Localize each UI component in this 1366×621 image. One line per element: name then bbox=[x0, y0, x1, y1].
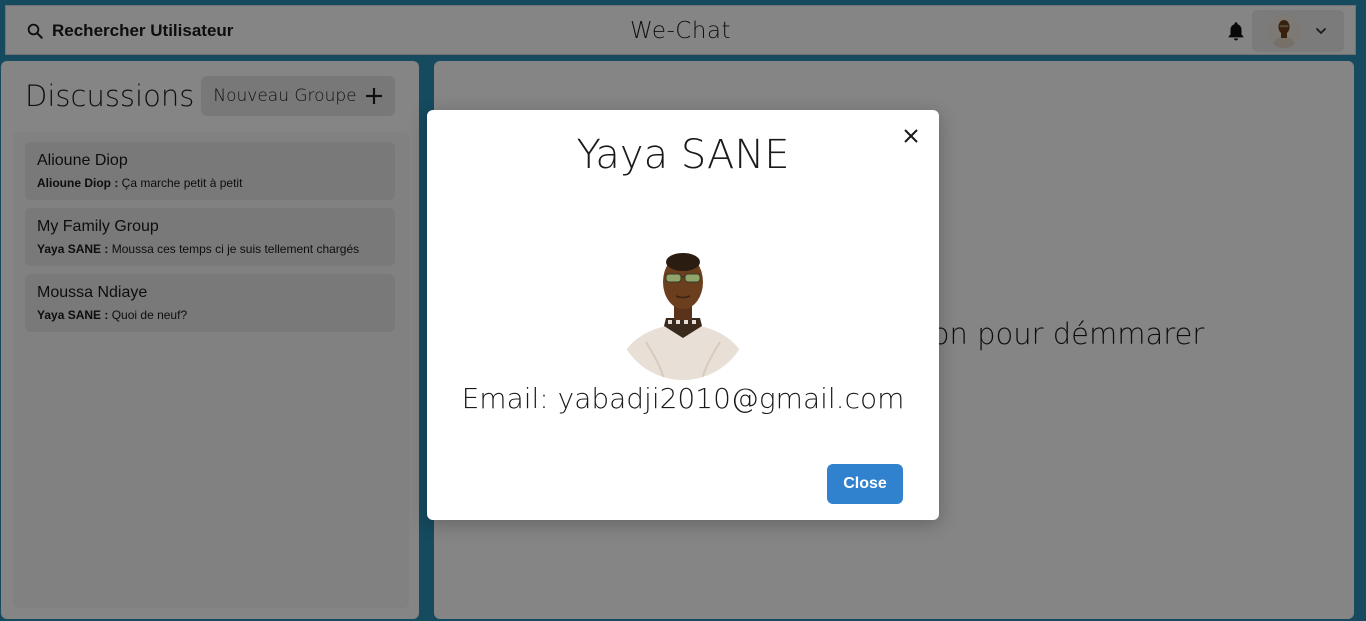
modal-title: Yaya SANE bbox=[576, 132, 790, 178]
close-icon bbox=[904, 129, 918, 143]
profile-photo bbox=[616, 246, 750, 380]
close-button[interactable]: Close bbox=[827, 464, 903, 504]
profile-modal: Yaya SANE Email: yabadji2010@gmail.com C… bbox=[427, 110, 939, 520]
modal-close-x-button[interactable] bbox=[900, 125, 922, 147]
modal-email: Email: yabadji2010@gmail.com bbox=[461, 382, 905, 415]
